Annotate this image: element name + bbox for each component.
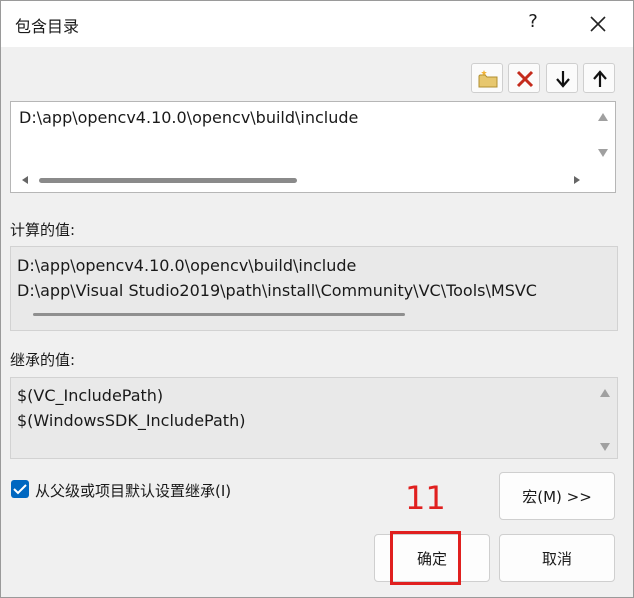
scroll-left-icon[interactable]: [21, 175, 29, 185]
inherited-line: $(WindowsSDK_IncludePath): [17, 411, 246, 430]
include-directories-dialog: 包含目录 ? D:\app\opencv4.10.0\opencv\build\…: [0, 0, 634, 598]
move-down-button[interactable]: [546, 63, 578, 93]
inherited-values-box[interactable]: $(VC_IncludePath) $(WindowsSDK_IncludePa…: [10, 377, 618, 459]
list-item[interactable]: D:\app\opencv4.10.0\opencv\build\include: [19, 108, 358, 127]
inherited-values-label: 继承的值:: [10, 351, 76, 369]
evaluated-line: D:\app\opencv4.10.0\opencv\build\include: [17, 256, 357, 275]
evaluated-value-box[interactable]: D:\app\opencv4.10.0\opencv\build\include…: [10, 246, 618, 331]
evaluated-value-label: 计算的值:: [10, 221, 76, 239]
move-up-icon: [593, 70, 607, 87]
scroll-down-icon[interactable]: [599, 442, 611, 452]
scroll-down-icon[interactable]: [597, 148, 609, 158]
inherit-checkbox-label[interactable]: 从父级或项目默认设置继承(I): [35, 480, 231, 501]
evaluated-scrollbar[interactable]: [33, 313, 405, 316]
scroll-right-icon[interactable]: [573, 175, 581, 185]
directory-list[interactable]: D:\app\opencv4.10.0\opencv\build\include: [10, 101, 616, 193]
scroll-up-icon[interactable]: [599, 388, 611, 398]
dialog-title: 包含目录: [15, 17, 80, 36]
inherited-line: $(VC_IncludePath): [17, 386, 164, 405]
title-bar: 包含目录 ?: [1, 1, 633, 47]
scrollbar-thumb[interactable]: [39, 178, 297, 183]
close-button[interactable]: [585, 9, 611, 39]
help-button[interactable]: ?: [523, 11, 543, 37]
checkmark-icon: [13, 484, 27, 495]
cancel-button[interactable]: 取消: [499, 534, 615, 582]
scroll-up-icon[interactable]: [597, 112, 609, 122]
evaluated-text-clip: D:\app\opencv4.10.0\opencv\build\include…: [11, 247, 589, 307]
macros-button[interactable]: 宏(M) >>: [499, 472, 615, 520]
close-icon: [590, 16, 606, 32]
move-down-icon: [556, 71, 570, 88]
move-up-button[interactable]: [583, 63, 615, 93]
highlight-box: [390, 531, 461, 585]
delete-icon: [516, 70, 534, 88]
new-line-button[interactable]: [471, 63, 503, 93]
horizontal-scrollbar[interactable]: [17, 173, 607, 187]
delete-line-button[interactable]: [508, 63, 540, 93]
evaluated-line: D:\app\Visual Studio2019\path\install\Co…: [17, 281, 537, 300]
step-annotation: 11: [405, 479, 446, 517]
new-folder-icon: [478, 70, 498, 88]
inherit-checkbox[interactable]: [11, 480, 29, 498]
